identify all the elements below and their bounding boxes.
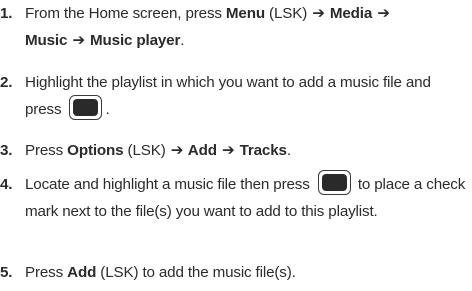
step-text-part: . [105,101,110,118]
instruction-document: 1. From the Home screen, press Menu (LSK… [0,0,472,291]
tracks-label: Tracks [235,142,287,159]
add-label: Add [67,264,97,281]
step-number: 4. [0,176,13,193]
step-text-part: Press [25,142,68,159]
step-number: 2. [0,74,13,91]
step-text-part: Locate and highlight a music file then p… [25,176,314,193]
step-text-part: . [180,32,185,49]
step-number: 3. [0,142,13,159]
step-text: Locate and highlight a music file then p… [25,170,468,225]
step-text-part: (LSK) [123,142,170,159]
options-label: Options [67,142,124,159]
media-label: Media [325,5,377,22]
step-text-part: . [286,142,291,159]
menu-label: Menu [225,5,265,22]
step-3: 3. Press Options (LSK) ➔ Add ➔ Tracks. [0,137,468,164]
music-player-label: Music player [85,32,181,49]
select-key-icon [317,170,351,196]
step-text: From the Home screen, press Menu (LSK) ➔… [25,0,468,54]
step-text-part: From the Home screen, press [25,5,226,22]
select-key-icon [69,95,103,121]
add-label: Add [184,142,221,159]
step-1: 1. From the Home screen, press Menu (LSK… [0,0,468,54]
step-5: 5. Press Add (LSK) to add the music file… [0,259,468,286]
step-text-part: (LSK) [264,5,312,22]
arrow-icon: ➔ [221,142,235,159]
step-text-part: (LSK) to add the music file(s). [96,264,296,281]
step-number: 5. [0,264,13,281]
arrow-icon: ➔ [377,5,390,22]
arrow-icon: ➔ [312,5,325,22]
step-text-part: Press [25,264,68,281]
step-4: 4. Locate and highlight a music file the… [0,170,468,225]
music-label: Music [25,32,72,49]
arrow-icon: ➔ [72,32,85,49]
step-number: 1. [0,5,13,22]
arrow-icon: ➔ [170,142,184,159]
step-text: Highlight the playlist in which you want… [25,69,468,123]
step-text: Press Add (LSK) to add the music file(s)… [25,259,468,286]
step-2: 2. Highlight the playlist in which you w… [0,69,468,123]
step-text: Press Options (LSK) ➔ Add ➔ Tracks. [25,137,468,164]
